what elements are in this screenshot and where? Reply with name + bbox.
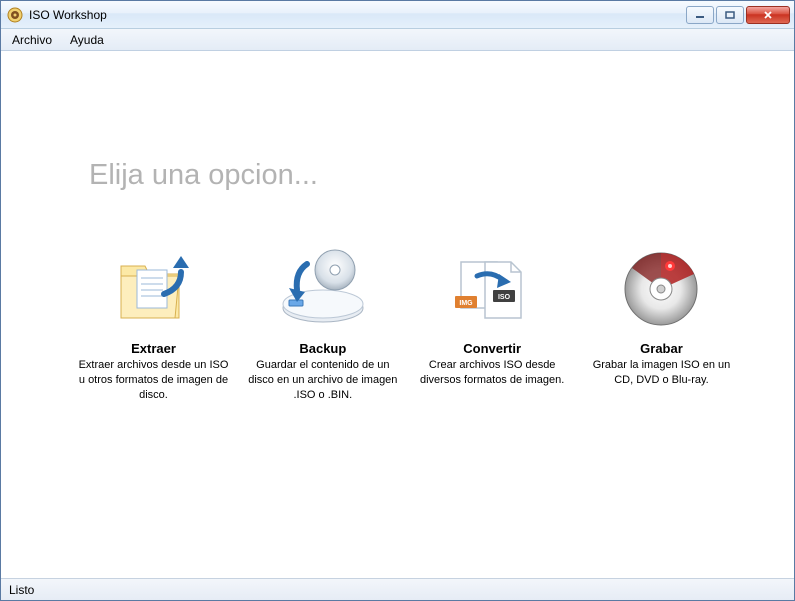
- option-convert-desc: Crear archivos ISO desde diversos format…: [410, 358, 575, 388]
- option-extract[interactable]: Extraer Extraer archivos desde un ISO u …: [71, 241, 236, 403]
- convert-icon: IMG ISO: [410, 241, 575, 337]
- option-convert[interactable]: IMG ISO Convertir Crear archivos ISO des…: [410, 241, 575, 403]
- options-row: Extraer Extraer archivos desde un ISO u …: [71, 241, 744, 403]
- content-area: Elija una opcion... Extraer Extraer arch…: [1, 51, 794, 578]
- option-burn-title: Grabar: [579, 341, 744, 356]
- page-heading: Elija una opcion...: [89, 159, 318, 192]
- backup-icon: [240, 241, 405, 337]
- option-extract-desc: Extraer archivos desde un ISO u otros fo…: [71, 358, 236, 403]
- option-burn[interactable]: Grabar Grabar la imagen ISO en un CD, DV…: [579, 241, 744, 403]
- option-convert-title: Convertir: [410, 341, 575, 356]
- extract-icon: [71, 241, 236, 337]
- window-title: ISO Workshop: [29, 8, 686, 22]
- option-burn-desc: Grabar la imagen ISO en un CD, DVD o Blu…: [579, 358, 744, 388]
- titlebar: ISO Workshop: [1, 1, 794, 29]
- status-text: Listo: [9, 583, 34, 597]
- menubar: Archivo Ayuda: [1, 29, 794, 51]
- burn-icon: [579, 241, 744, 337]
- svg-text:IMG: IMG: [460, 300, 474, 307]
- close-button[interactable]: [746, 6, 790, 24]
- app-icon: [7, 7, 23, 23]
- option-backup-title: Backup: [240, 341, 405, 356]
- maximize-button[interactable]: [716, 6, 744, 24]
- option-extract-title: Extraer: [71, 341, 236, 356]
- menu-ayuda[interactable]: Ayuda: [61, 29, 113, 50]
- option-backup[interactable]: Backup Guardar el contenido de un disco …: [240, 241, 405, 403]
- window-controls: [686, 6, 790, 24]
- option-backup-desc: Guardar el contenido de un disco en un a…: [240, 358, 405, 403]
- svg-text:ISO: ISO: [498, 294, 511, 301]
- menu-archivo[interactable]: Archivo: [3, 29, 61, 50]
- minimize-button[interactable]: [686, 6, 714, 24]
- statusbar: Listo: [1, 578, 794, 600]
